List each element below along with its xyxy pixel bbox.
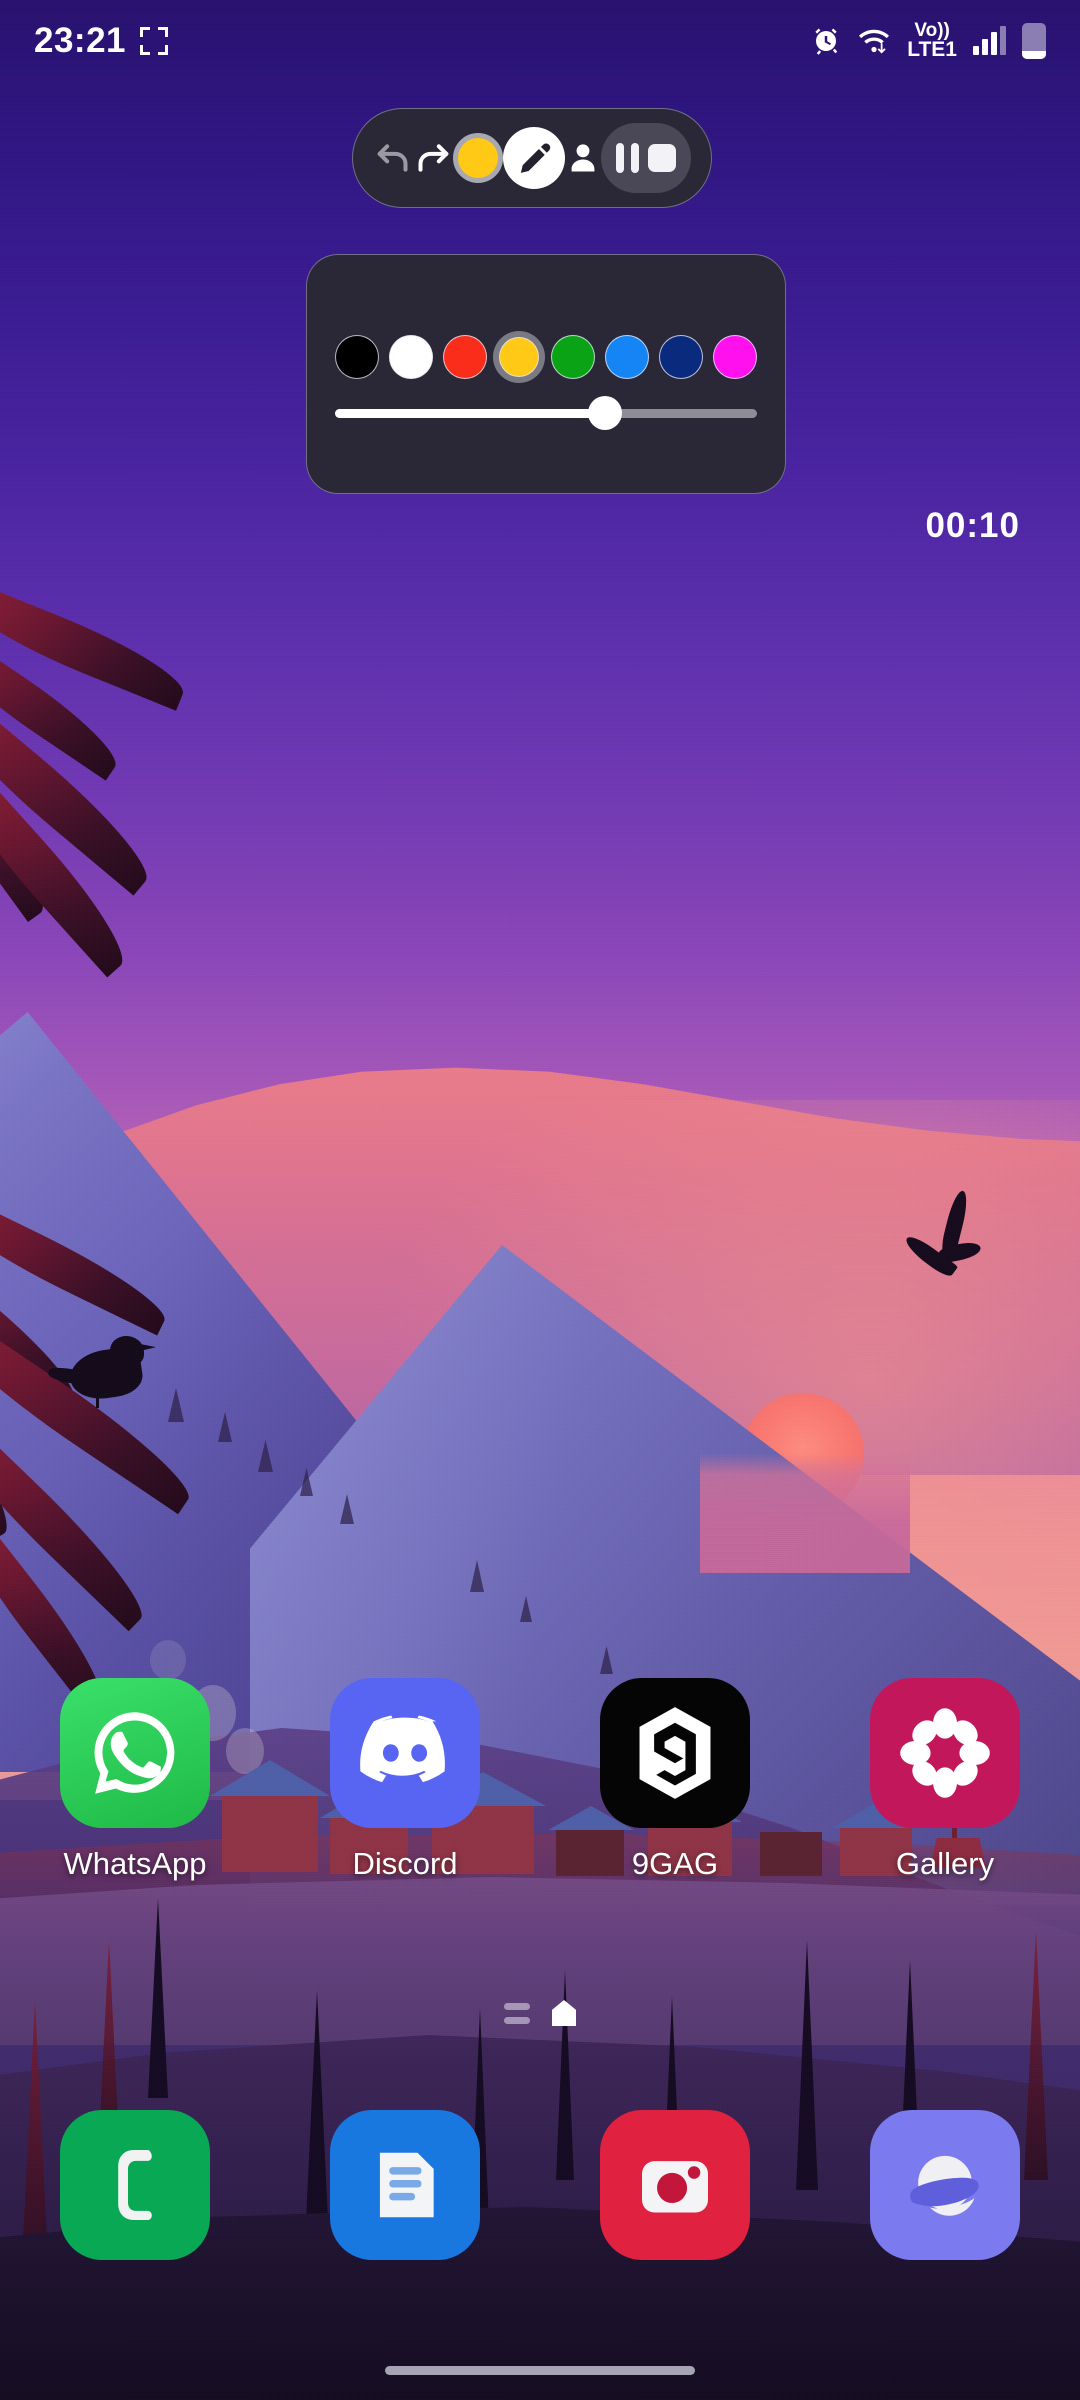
color-swatch-white[interactable] — [385, 331, 437, 383]
app-label-9gag: 9GAG — [631, 1846, 719, 1881]
status-bar-right: Vo)) LTE1 — [811, 20, 1046, 62]
stop-icon — [648, 144, 677, 172]
color-swatch-magenta[interactable] — [709, 331, 761, 383]
dock-messages[interactable] — [305, 2110, 505, 2260]
pen-thickness-slider[interactable] — [335, 396, 757, 430]
app-label-whatsapp: WhatsApp — [63, 1846, 207, 1881]
recording-timer: 00:10 — [925, 506, 1020, 545]
phone-screen: 23:21 Vo)) LTE1 00:10 WhatsApp Discord 9… — [0, 0, 1080, 2400]
discord-icon — [330, 1678, 480, 1828]
screen-recorder-toolbar — [352, 108, 712, 208]
pen-thickness-thumb[interactable] — [588, 396, 623, 430]
wifi-transfer-icon — [857, 26, 891, 56]
redo-button[interactable] — [413, 138, 453, 178]
undo-button[interactable] — [373, 138, 413, 178]
messages-icon — [330, 2110, 480, 2260]
status-bar-left: 23:21 — [34, 21, 169, 61]
page-indicator-home-icon[interactable] — [552, 2000, 576, 2026]
stop-recording-button[interactable] — [648, 144, 677, 172]
color-swatch-blue[interactable] — [601, 331, 653, 383]
whatsapp-icon — [60, 1678, 210, 1828]
color-swatch-black[interactable] — [331, 331, 383, 383]
pause-recording-button[interactable] — [615, 143, 639, 173]
app-label-discord: Discord — [352, 1846, 458, 1881]
color-swatch-row — [331, 330, 761, 383]
camera-icon — [600, 2110, 750, 2260]
pen-thickness-fill — [335, 408, 606, 418]
dock-internet[interactable] — [845, 2110, 1045, 2260]
app-discord[interactable]: Discord — [305, 1678, 505, 1882]
show-touches-button[interactable] — [565, 138, 601, 178]
status-bar: 23:21 Vo)) LTE1 — [0, 0, 1080, 82]
color-swatch-navy[interactable] — [655, 331, 707, 383]
recording-controls — [601, 123, 691, 193]
dock-camera[interactable] — [575, 2110, 775, 2260]
status-clock: 23:21 — [34, 21, 127, 60]
color-picker-panel — [306, 254, 786, 494]
signal-bars-icon — [973, 25, 1006, 55]
battery-icon — [1022, 22, 1046, 59]
screenshot-crop-icon — [140, 27, 169, 55]
color-swatch-yellow[interactable] — [493, 330, 545, 383]
dock-phone[interactable] — [35, 2110, 235, 2260]
gesture-handle[interactable] — [385, 2365, 695, 2375]
color-swatch-green[interactable] — [547, 331, 599, 383]
volte-icon: Vo)) LTE1 — [907, 20, 957, 62]
wallpaper-sun-mask — [700, 1453, 910, 1573]
pen-thickness-row — [331, 396, 761, 430]
app-9gag[interactable]: 9GAG — [575, 1678, 775, 1882]
alarm-icon — [811, 26, 841, 56]
wallpaper-flying-bird — [895, 1189, 1005, 1300]
pen-icon — [503, 127, 565, 189]
gallery-icon — [870, 1678, 1020, 1828]
ninegag-icon — [600, 1678, 750, 1828]
wallpaper-pine-branch-top — [0, 560, 300, 1080]
app-gallery[interactable]: Gallery — [845, 1678, 1045, 1882]
wallpaper-perched-bird — [47, 1334, 182, 1426]
current-color-swatch — [453, 133, 503, 183]
app-label-gallery: Gallery — [895, 1846, 995, 1881]
samsung-internet-icon — [870, 2110, 1020, 2260]
pause-icon — [615, 143, 639, 173]
color-swatch-red[interactable] — [439, 331, 491, 383]
current-color-button[interactable] — [453, 133, 503, 183]
page-indicator-app-list[interactable] — [504, 2002, 530, 2024]
page-indicator — [0, 2000, 1080, 2026]
dock — [0, 2110, 1080, 2260]
phone-icon — [60, 2110, 210, 2260]
app-whatsapp[interactable]: WhatsApp — [35, 1678, 235, 1882]
wallpaper-pine-branch-mid — [0, 1160, 360, 1720]
pen-tool-button[interactable] — [503, 127, 565, 189]
home-app-row: WhatsApp Discord 9GAG Gallery — [0, 1678, 1080, 1882]
navigation-bar — [0, 2340, 1080, 2400]
